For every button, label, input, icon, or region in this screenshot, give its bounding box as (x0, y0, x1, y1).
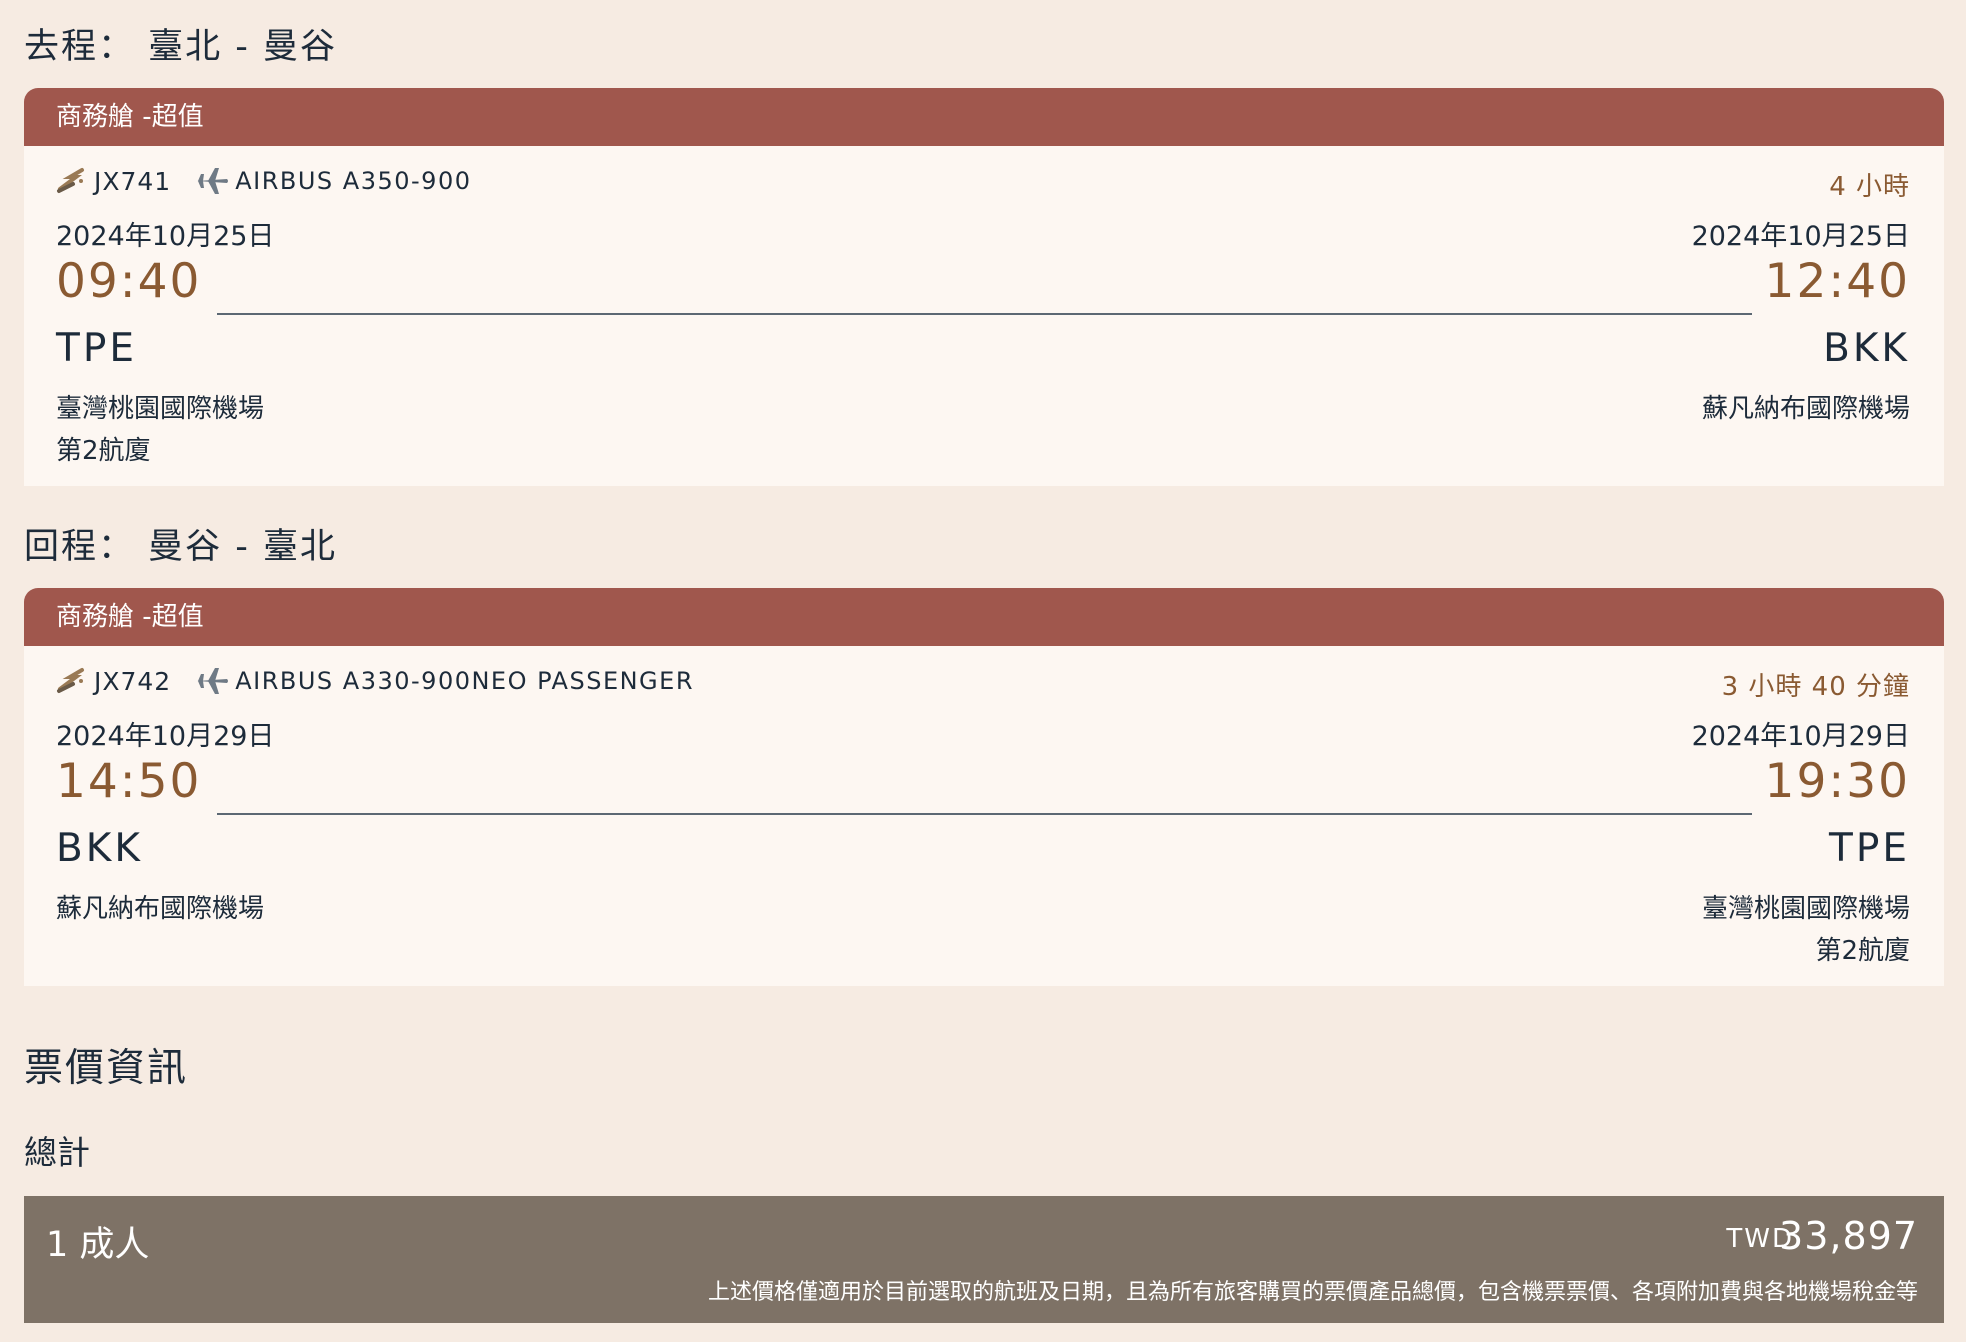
outbound-depart-date: 2024年10月25日 (56, 221, 275, 252)
total-label: 總計 (24, 1133, 90, 1172)
outbound-flight-card: 商務艙 -超值 JX741 AIRBUS A350-900 4 小時 2024年… (24, 88, 1944, 486)
outbound-flight-details: JX741 AIRBUS A350-900 4 小時 2024年10月25日 2… (24, 146, 1944, 486)
return-arrive-date: 2024年10月29日 (1691, 721, 1910, 752)
return-flight-info: JX742 AIRBUS A330-900NEO PASSENGER (56, 666, 694, 696)
return-arrive-airport: 臺灣桃園國際機場 (1701, 894, 1910, 924)
return-arrive-terminal: 第2航廈 (1815, 936, 1910, 966)
outbound-duration: 4 小時 (1829, 172, 1910, 202)
outbound-aircraft-type: AIRBUS A350-900 (235, 167, 472, 195)
return-arrive-code: TPE (1829, 826, 1910, 871)
outbound-flight-info: JX741 AIRBUS A350-900 (56, 166, 471, 196)
price-info-title: 票價資訊 (24, 1046, 189, 1091)
price-disclaimer: 上述價格僅適用於目前選取的航班及日期，且為所有旅客購買的票價產品總價，包含機票票… (707, 1280, 1918, 1305)
outbound-depart-code: TPE (56, 326, 137, 371)
airline-logo-icon (56, 667, 86, 695)
outbound-arrive-code: BKK (1823, 326, 1910, 371)
return-depart-time: 14:50 (56, 754, 202, 809)
return-depart-code: BKK (56, 826, 143, 871)
outbound-cabin-class: 商務艙 -超值 (24, 88, 1944, 146)
outbound-flight-number: JX741 (94, 166, 172, 196)
return-duration: 3 小時 40 分鐘 (1721, 672, 1910, 702)
outbound-arrive-time: 12:40 (1764, 254, 1910, 309)
outbound-section-title: 去程： 臺北 - 曼谷 (24, 27, 338, 67)
return-flight-card: 商務艙 -超值 JX742 AIRBUS A330-900NEO PASSENG… (24, 588, 1944, 986)
return-depart-airport: 蘇凡納布國際機場 (56, 894, 265, 924)
outbound-depart-time: 09:40 (56, 254, 202, 309)
outbound-arrive-date: 2024年10月25日 (1691, 221, 1910, 252)
total-price-box: 1 成人 TWD 33,897 上述價格僅適用於目前選取的航班及日期，且為所有旅… (24, 1196, 1944, 1323)
outbound-route-line (217, 313, 1752, 315)
airplane-icon (195, 166, 229, 196)
airline-logo-icon (56, 167, 86, 195)
return-flight-number: JX742 (94, 666, 172, 696)
return-flight-details: JX742 AIRBUS A330-900NEO PASSENGER 3 小時 … (24, 646, 1944, 986)
return-cabin-class: 商務艙 -超值 (24, 588, 1944, 646)
return-aircraft-type: AIRBUS A330-900NEO PASSENGER (235, 667, 694, 695)
passenger-count: 1 成人 (46, 1225, 150, 1265)
price-amount: 33,897 (1779, 1214, 1918, 1258)
return-depart-date: 2024年10月29日 (56, 721, 275, 752)
outbound-depart-terminal: 第2航廈 (56, 436, 151, 466)
return-arrive-time: 19:30 (1764, 754, 1910, 809)
airplane-icon (195, 666, 229, 696)
outbound-depart-airport: 臺灣桃園國際機場 (56, 394, 265, 424)
return-route-line (217, 813, 1752, 815)
outbound-arrive-airport: 蘇凡納布國際機場 (1701, 394, 1910, 424)
return-section-title: 回程： 曼谷 - 臺北 (24, 527, 338, 567)
